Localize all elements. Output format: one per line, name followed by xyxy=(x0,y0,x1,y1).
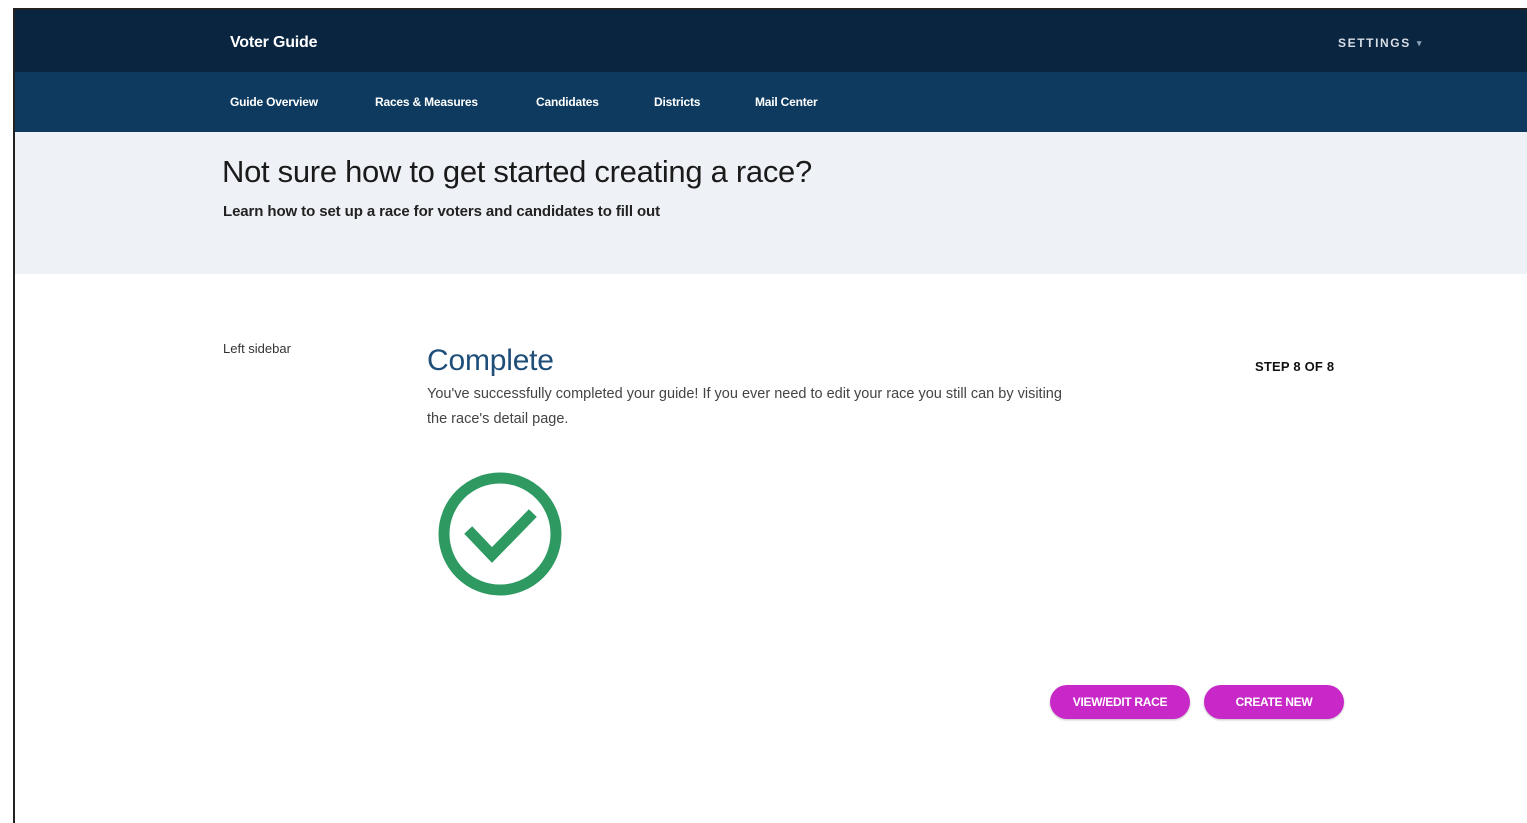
check-circle-icon xyxy=(437,471,563,597)
brand-logo[interactable]: Voter Guide xyxy=(230,34,317,52)
settings-label: SETTINGS xyxy=(1338,36,1411,50)
nav-item-candidates[interactable]: Candidates xyxy=(536,95,599,109)
nav-item-mail-center[interactable]: Mail Center xyxy=(755,95,818,109)
main-nav: Guide Overview Races & Measures Candidat… xyxy=(15,72,1527,132)
top-bar: Voter Guide SETTINGS ▾ xyxy=(15,10,1527,72)
banner-subtitle: Learn how to set up a race for voters an… xyxy=(223,203,661,220)
settings-menu[interactable]: SETTINGS ▾ xyxy=(1338,36,1421,50)
app-window: Voter Guide SETTINGS ▾ Guide Overview Ra… xyxy=(13,8,1527,823)
nav-item-guide-overview[interactable]: Guide Overview xyxy=(230,95,318,109)
banner-title: Not sure how to get started creating a r… xyxy=(222,154,812,189)
step-description: You've successfully completed your guide… xyxy=(427,386,1062,427)
nav-item-districts[interactable]: Districts xyxy=(654,95,700,109)
help-banner: Not sure how to get started creating a r… xyxy=(15,132,1527,274)
create-new-button[interactable]: CREATE NEW xyxy=(1204,685,1344,719)
nav-item-races-measures[interactable]: Races & Measures xyxy=(375,95,478,109)
left-sidebar: Left sidebar xyxy=(223,341,291,356)
step-title: Complete xyxy=(427,344,554,377)
view-edit-race-button[interactable]: VIEW/EDIT RACE xyxy=(1050,685,1190,719)
chevron-down-icon: ▾ xyxy=(1416,37,1422,48)
step-counter: STEP 8 OF 8 xyxy=(1255,359,1335,374)
